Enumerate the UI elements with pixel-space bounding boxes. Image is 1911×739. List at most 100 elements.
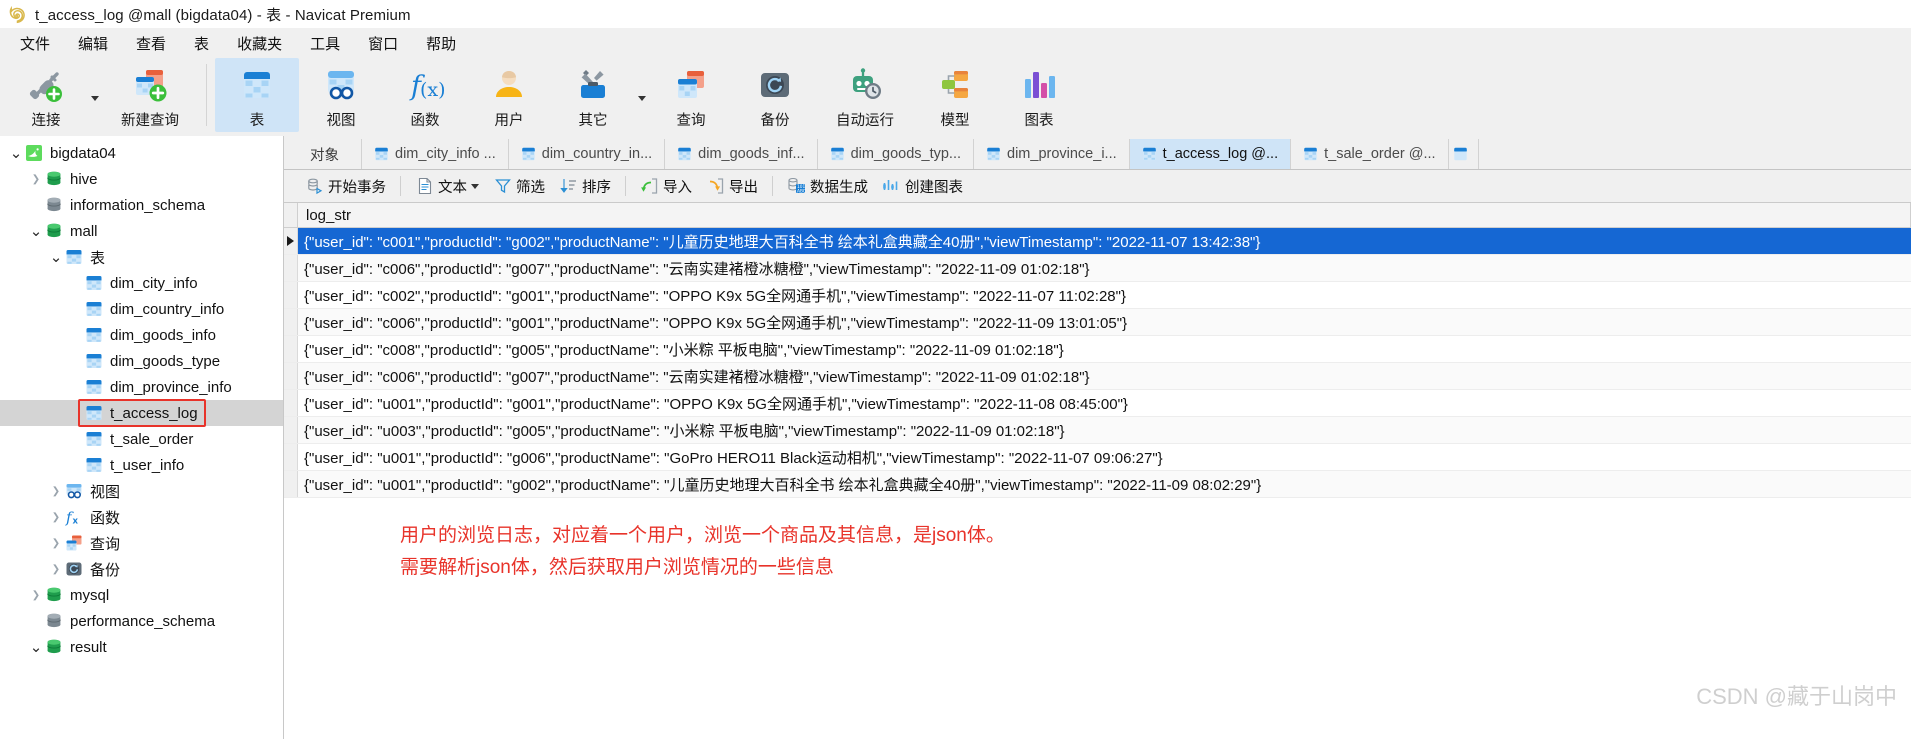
tree-item-t_user_info[interactable]: t_user_info	[0, 452, 283, 478]
table-row[interactable]: {"user_id": "u001","productId": "g001","…	[284, 390, 1911, 417]
row-gutter[interactable]	[284, 390, 298, 416]
cell-log-str[interactable]: {"user_id": "c001","productId": "g002","…	[298, 228, 1911, 254]
menu-item-file[interactable]: 文件	[6, 29, 64, 58]
tab-dim_province_i[interactable]: dim_province_i...	[974, 139, 1130, 169]
toolbar-caret-connection[interactable]	[88, 58, 102, 132]
tab-t_access_log[interactable]: t_access_log @...	[1129, 139, 1292, 169]
menu-item-tools[interactable]: 工具	[296, 29, 354, 58]
tree-item-dim_goods_type[interactable]: dim_goods_type	[0, 348, 283, 374]
chevron-down-icon[interactable]: ⌄	[48, 244, 64, 270]
toolbar-button-function[interactable]: f (x) 函数	[383, 58, 467, 132]
toolbar-button-automation[interactable]: 自动运行	[817, 58, 913, 132]
tree-item-t_sale_order[interactable]: t_sale_order	[0, 426, 283, 452]
cell-log-str[interactable]: {"user_id": "c006","productId": "g001","…	[298, 309, 1911, 335]
data-generation-button[interactable]: 101 ABC 数据生成	[780, 173, 875, 200]
sort-button[interactable]: 排序	[552, 173, 618, 200]
tree-item-dim_goods_info[interactable]: dim_goods_info	[0, 322, 283, 348]
toolbar-button-chart[interactable]: 图表	[997, 58, 1081, 132]
import-button[interactable]: 导入	[633, 173, 699, 200]
tree-item-result[interactable]: ⌄ result	[0, 634, 283, 660]
menu-item-edit[interactable]: 编辑	[64, 29, 122, 58]
toolbar-button-user[interactable]: 用户	[467, 58, 551, 132]
tree-item-dim_country_info[interactable]: dim_country_info	[0, 296, 283, 322]
toolbar-button-backup[interactable]: 备份	[733, 58, 817, 132]
menu-item-favorites[interactable]: 收藏夹	[223, 29, 296, 58]
filter-button[interactable]: 筛选	[486, 173, 552, 200]
cell-log-str[interactable]: {"user_id": "u001","productId": "g002","…	[298, 471, 1911, 497]
create-chart-button[interactable]: 创建图表	[875, 173, 970, 200]
sidebar-tree[interactable]: ⌄ bigdata04 ❯ hive information_schema ⌄ mall ⌄ 表…	[0, 136, 284, 739]
tree-item-[interactable]: ❯ 视图	[0, 478, 283, 504]
table-row[interactable]: {"user_id": "u001","productId": "g006","…	[284, 444, 1911, 471]
toolbar-button-view[interactable]: 视图	[299, 58, 383, 132]
tree-item-mysql[interactable]: ❯ mysql	[0, 582, 283, 608]
tree-item-bigdata04[interactable]: ⌄ bigdata04	[0, 140, 283, 166]
menu-item-help[interactable]: 帮助	[412, 29, 470, 58]
toolbar-button-model[interactable]: 模型	[913, 58, 997, 132]
toolbar-caret-other[interactable]	[635, 58, 649, 132]
cell-log-str[interactable]: {"user_id": "u001","productId": "g006","…	[298, 444, 1911, 470]
grid-column-header-log-str[interactable]: log_str	[298, 203, 1911, 227]
toolbar-button-new-query[interactable]: 新建查询	[102, 58, 198, 132]
row-gutter[interactable]	[284, 444, 298, 470]
row-gutter[interactable]	[284, 309, 298, 335]
table-row[interactable]: {"user_id": "c002","productId": "g001","…	[284, 282, 1911, 309]
tab-dim_goods_typ[interactable]: dim_goods_typ...	[818, 139, 975, 169]
table-row[interactable]: {"user_id": "u003","productId": "g005","…	[284, 417, 1911, 444]
export-button[interactable]: 导出	[699, 173, 765, 200]
chevron-right-icon[interactable]: ❯	[28, 166, 44, 192]
tab-dim_city_info[interactable]: dim_city_info ...	[362, 139, 509, 169]
tree-item-[interactable]: ❯ f x 函数	[0, 504, 283, 530]
tree-item-mall[interactable]: ⌄ mall	[0, 218, 283, 244]
cell-log-str[interactable]: {"user_id": "c006","productId": "g007","…	[298, 363, 1911, 389]
row-gutter[interactable]	[284, 336, 298, 362]
table-row[interactable]: {"user_id": "c008","productId": "g005","…	[284, 336, 1911, 363]
table-row[interactable]: {"user_id": "c006","productId": "g007","…	[284, 255, 1911, 282]
cell-log-str[interactable]: {"user_id": "c006","productId": "g007","…	[298, 255, 1911, 281]
row-gutter[interactable]	[284, 282, 298, 308]
tab-[interactable]: 对象	[288, 139, 362, 169]
tree-item-dim_city_info[interactable]: dim_city_info	[0, 270, 283, 296]
row-gutter[interactable]	[284, 255, 298, 281]
begin-transaction-button[interactable]: 开始事务	[298, 173, 393, 200]
row-gutter[interactable]	[284, 417, 298, 443]
chevron-right-icon[interactable]: ❯	[48, 478, 64, 504]
table-row[interactable]: {"user_id": "c006","productId": "g007","…	[284, 363, 1911, 390]
tree-item-[interactable]: ⌄ 表	[0, 244, 283, 270]
tab-t_sale_order[interactable]: t_sale_order @...	[1291, 139, 1449, 169]
chevron-down-icon[interactable]: ⌄	[28, 218, 44, 244]
chevron-right-icon[interactable]: ❯	[28, 582, 44, 608]
tree-item-information_schema[interactable]: information_schema	[0, 192, 283, 218]
row-gutter[interactable]	[284, 363, 298, 389]
tab-overflow-partial[interactable]	[1449, 139, 1479, 169]
chevron-right-icon[interactable]: ❯	[48, 556, 64, 582]
cell-log-str[interactable]: {"user_id": "u003","productId": "g005","…	[298, 417, 1911, 443]
toolbar-button-connection[interactable]: 连接	[4, 58, 88, 132]
chevron-right-icon[interactable]: ❯	[48, 504, 64, 530]
menu-item-view[interactable]: 查看	[122, 29, 180, 58]
tab-dim_goods_inf[interactable]: dim_goods_inf...	[665, 139, 818, 169]
toolbar-button-other[interactable]: 其它	[551, 58, 635, 132]
tree-item-t_access_log[interactable]: t_access_log	[0, 400, 283, 426]
toolbar-button-query[interactable]: 查询	[649, 58, 733, 132]
table-row[interactable]: {"user_id": "c001","productId": "g002","…	[284, 228, 1911, 255]
tree-item-[interactable]: ❯ 备份	[0, 556, 283, 582]
table-row[interactable]: {"user_id": "u001","productId": "g002","…	[284, 471, 1911, 498]
tree-item-[interactable]: ❯ 查询	[0, 530, 283, 556]
menu-item-table[interactable]: 表	[180, 29, 223, 58]
row-gutter[interactable]	[284, 228, 298, 254]
chevron-right-icon[interactable]: ❯	[48, 530, 64, 556]
cell-log-str[interactable]: {"user_id": "c008","productId": "g005","…	[298, 336, 1911, 362]
tree-item-hive[interactable]: ❯ hive	[0, 166, 283, 192]
row-gutter[interactable]	[284, 471, 298, 497]
toolbar-button-table[interactable]: 表	[215, 58, 299, 132]
cell-log-str[interactable]: {"user_id": "c002","productId": "g001","…	[298, 282, 1911, 308]
tree-item-performance_schema[interactable]: performance_schema	[0, 608, 283, 634]
tab-strip[interactable]: 对象 dim_city_info ... dim_country_in... dim_…	[284, 136, 1911, 170]
cell-log-str[interactable]: {"user_id": "u001","productId": "g001","…	[298, 390, 1911, 416]
tab-dim_country_in[interactable]: dim_country_in...	[509, 139, 666, 169]
menu-item-window[interactable]: 窗口	[354, 29, 412, 58]
chevron-down-icon[interactable]: ⌄	[8, 140, 24, 166]
table-row[interactable]: {"user_id": "c006","productId": "g001","…	[284, 309, 1911, 336]
text-view-button[interactable]: 文本	[408, 173, 486, 200]
